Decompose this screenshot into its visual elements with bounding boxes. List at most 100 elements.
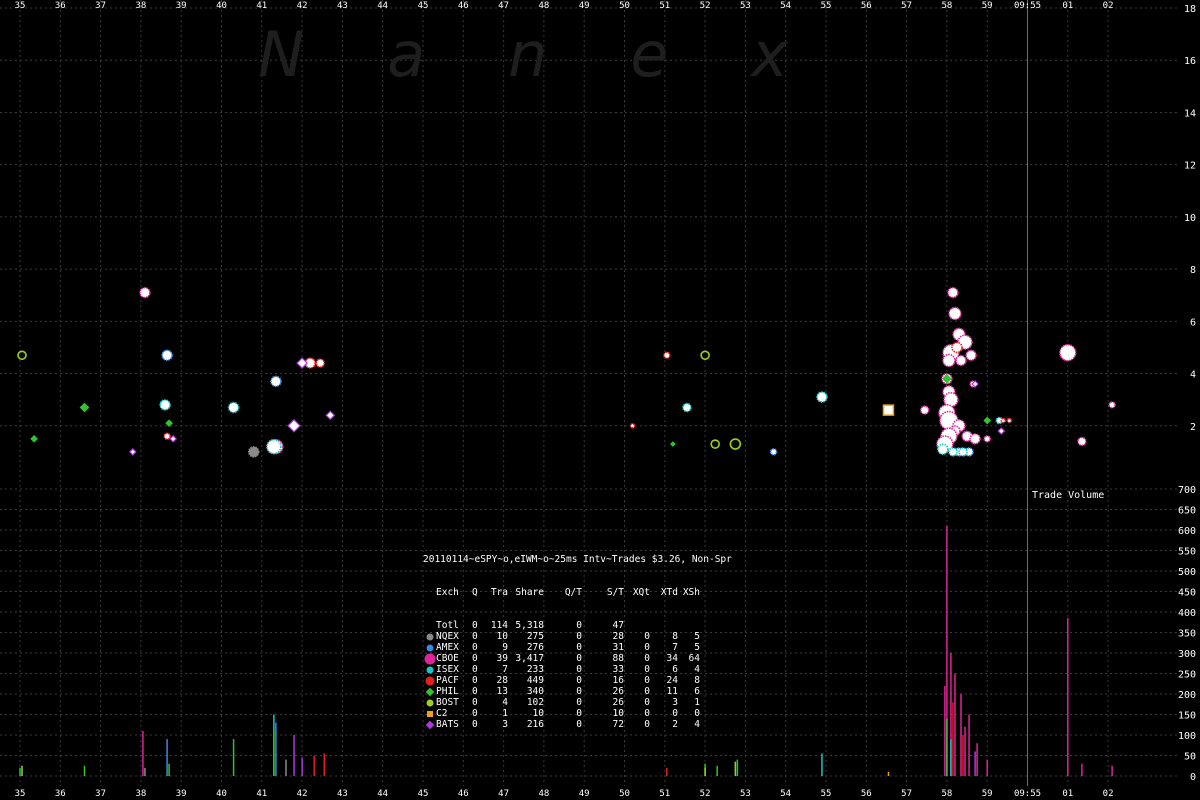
legend-cell-tra: 10 (496, 631, 508, 642)
legend-row-totl: Totl 0 114 5,318 0 47 (423, 620, 732, 631)
x-tick-label-bottom: 01 (1062, 789, 1073, 799)
x-tick-label-top: 09:55 (1014, 1, 1041, 11)
col-qt: Q/T (564, 587, 582, 598)
trade-point-pacf (629, 422, 636, 429)
legend-cell-share: 233 (526, 664, 544, 675)
trade-point-bost (710, 439, 720, 449)
trade-point-cboe (948, 306, 962, 321)
legend-cell-q: 0 (472, 697, 478, 708)
x-tick-label-top: 51 (659, 1, 670, 11)
y-tick-label-upper: 14 (1184, 108, 1196, 119)
x-tick-label-top: 37 (95, 1, 106, 11)
legend-cell-xqt: 0 (644, 697, 650, 708)
trade-point-phil (983, 416, 992, 425)
y-tick-label-lower: 450 (1178, 588, 1196, 599)
legend-cell-xqt: 0 (644, 664, 650, 675)
x-tick-label-bottom: 36 (55, 789, 66, 799)
trade-point-cboe (947, 286, 959, 299)
x-tick-label-top: 59 (982, 1, 993, 11)
trade-point-bats (169, 434, 177, 443)
legend-cell-xtd: 0 (672, 708, 678, 719)
x-tick-label-bottom: 37 (95, 789, 106, 799)
legend-cell-qt: 0 (576, 642, 582, 653)
legend-cell-tra: 39 (496, 653, 508, 664)
x-tick-label-bottom: 52 (700, 789, 711, 799)
y-tick-label-upper: 10 (1184, 213, 1196, 224)
x-tick-label-bottom: 58 (941, 789, 952, 799)
y-tick-label-lower: 50 (1184, 752, 1196, 763)
legend-cell-xtd: 11 (666, 686, 678, 697)
x-tick-label-bottom: 40 (216, 789, 227, 799)
legend-cell-xtd: 3 (672, 697, 678, 708)
legend-cell-exch: C2 (436, 708, 448, 719)
col-xsh: XSh (682, 587, 700, 598)
legend-cell-xqt: 0 (644, 708, 650, 719)
legend-cell-exch: AMEX (436, 642, 459, 653)
trade-point-isex (958, 447, 968, 457)
legend-cell-q: 0 (472, 708, 478, 719)
x-tick-label-top: 45 (418, 1, 429, 11)
trade-point-phil (30, 434, 38, 443)
legend-cell-tra: 1 (502, 708, 508, 719)
legend-cell-xsh: 1 (694, 697, 700, 708)
x-tick-label-top: 42 (297, 1, 308, 11)
trade-points (17, 286, 1116, 458)
trade-point-isex (948, 447, 958, 457)
x-tick-label-top: 46 (458, 1, 469, 11)
legend-symbol-icon (423, 653, 436, 664)
exchange-legend: 20110114~eSPY~o,eIWM~o~25ms Intv~Trades … (423, 532, 732, 741)
y-tick-label-upper: 12 (1184, 161, 1196, 172)
x-tick-label-top: 54 (780, 1, 791, 11)
legend-symbol-icon (423, 631, 436, 642)
trade-point-bats (128, 448, 137, 456)
trade-point-phil (165, 419, 173, 428)
col-st: S/T (606, 587, 624, 598)
legend-cell-exch: Totl (436, 620, 459, 631)
legend-cell-xsh: 0 (694, 708, 700, 719)
legend-cell-xqt: 0 (644, 631, 650, 642)
x-tick-label-bottom: 41 (256, 789, 267, 799)
legend-cell-qt: 0 (576, 708, 582, 719)
legend-cell-qt: 0 (576, 675, 582, 686)
legend-row-phil: PHIL 0 13 340 0 26 0 11 6 (423, 686, 732, 697)
col-xqt: XQt (632, 587, 650, 598)
x-tick-label-bottom: 49 (579, 789, 590, 799)
x-tick-label-bottom: 56 (861, 789, 872, 799)
legend-row-nqex: NQEX 0 10 275 0 28 0 8 5 (423, 631, 732, 642)
trade-point-nqex (247, 446, 260, 458)
legend-cell-qt: 0 (576, 719, 582, 730)
legend-cell-tra: 13 (496, 686, 508, 697)
trade-point-cboe (943, 391, 959, 408)
x-tick-label-top: 50 (619, 1, 630, 11)
y-tick-label-lower: 300 (1178, 649, 1196, 660)
x-tick-label-top: 56 (861, 1, 872, 11)
y-tick-label-upper: 16 (1184, 56, 1196, 67)
y-tick-label-lower: 550 (1178, 547, 1196, 558)
x-tick-label-top: 44 (377, 1, 388, 11)
x-tick-label-bottom: 51 (659, 789, 670, 799)
x-tick-label-bottom: 46 (458, 789, 469, 799)
y-tick-label-upper: 4 (1190, 370, 1196, 381)
legend-cell-qt: 0 (576, 686, 582, 697)
legend-cell-exch: ISEX (436, 664, 459, 675)
legend-row-bost: BOST 0 4 102 0 26 0 3 1 (423, 697, 732, 708)
trade-point-bats (997, 427, 1006, 435)
y-tick-label-lower: 100 (1178, 731, 1196, 742)
legend-cell-exch: PHIL (436, 686, 459, 697)
legend-cell-share: 275 (526, 631, 544, 642)
legend-cell-st: 26 (612, 686, 624, 697)
legend-cell-st: 33 (612, 664, 624, 675)
legend-cell-st: 47 (612, 620, 624, 631)
legend-cell-xqt: 0 (644, 675, 650, 686)
legend-cell-xsh: 64 (688, 653, 700, 664)
legend-cell-xsh: 5 (694, 642, 700, 653)
legend-cell-tra: 3 (502, 719, 508, 730)
trade-point-cboe (965, 349, 977, 362)
x-tick-label-bottom: 47 (498, 789, 509, 799)
legend-cell-st: 10 (612, 708, 624, 719)
legend-cell-xqt: 0 (644, 686, 650, 697)
y-tick-label-lower: 0 (1190, 772, 1196, 783)
legend-cell-xtd: 34 (666, 653, 678, 664)
trade-point-phil (670, 441, 676, 447)
legend-cell-exch: BOST (436, 697, 459, 708)
